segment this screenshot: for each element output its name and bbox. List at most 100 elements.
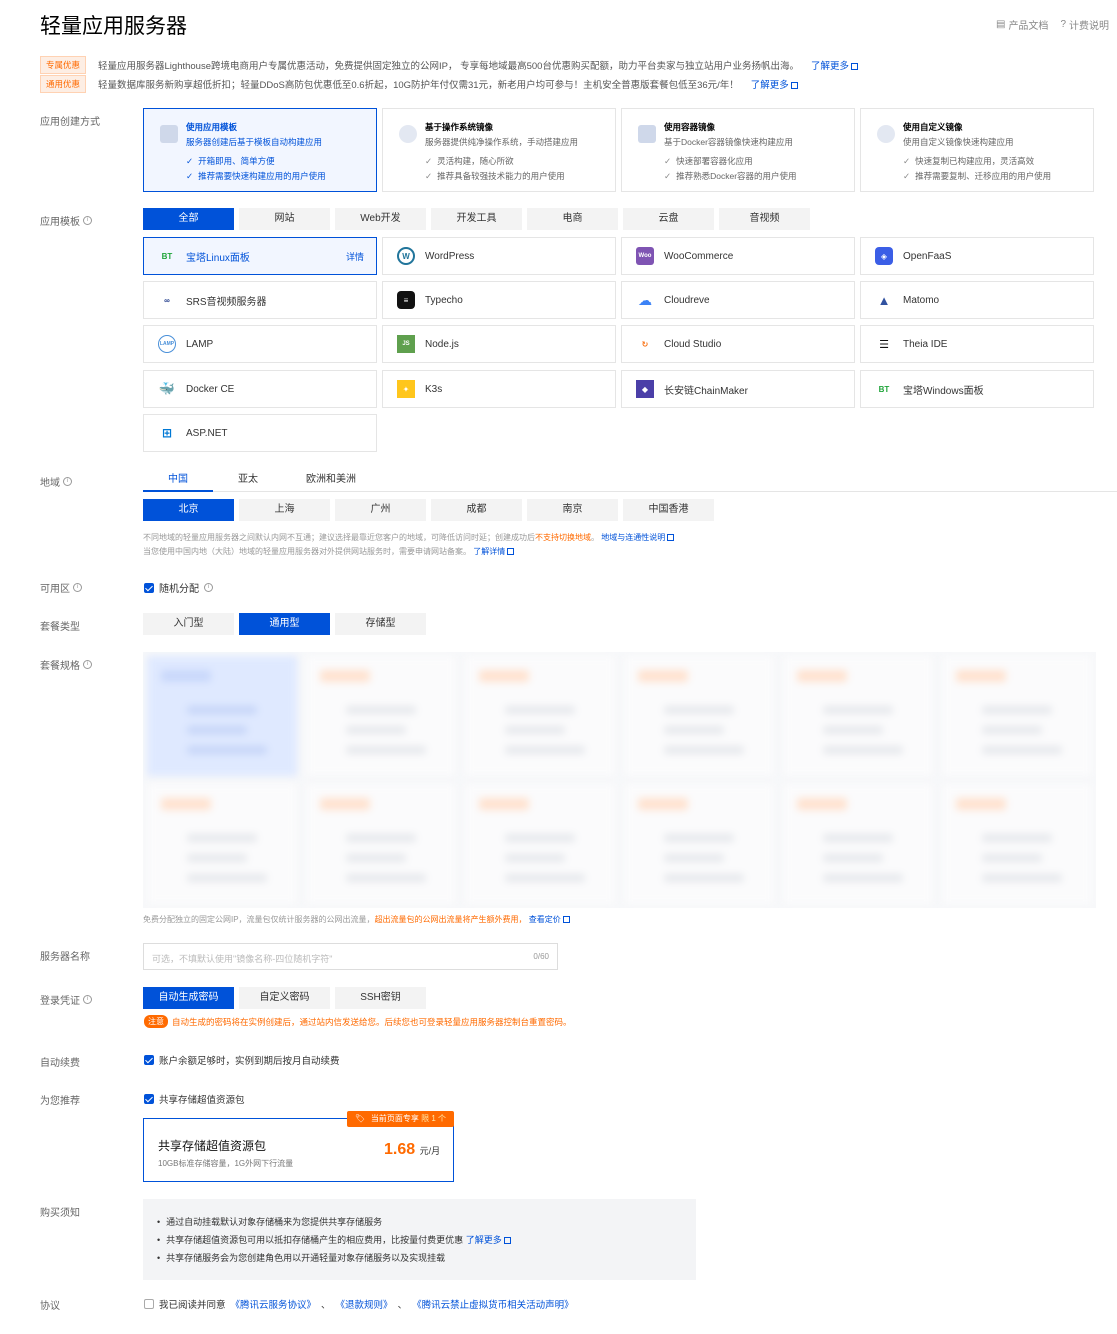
cred-ssh-key[interactable]: SSH密钥: [335, 987, 426, 1009]
city-hongkong[interactable]: 中国香港: [623, 499, 714, 521]
app-woocommerce[interactable]: Woo WooCommerce: [621, 237, 855, 275]
custom-image-icon: [877, 125, 895, 143]
auto-renew-checkbox[interactable]: 账户余额足够时，实例到期后按月自动续费: [144, 1053, 340, 1067]
zone-random-checkbox[interactable]: 随机分配 i: [144, 580, 213, 595]
tab-ecommerce[interactable]: 电商: [527, 208, 618, 230]
plan-card[interactable]: [147, 784, 297, 904]
app-openfaas[interactable]: ◈ OpenFaaS: [860, 237, 1094, 275]
plan-card[interactable]: [783, 784, 933, 904]
promo-text: 轻量应用服务器Lighthouse跨境电商用户专属优惠活动，免费提供固定独立的公…: [98, 61, 799, 72]
info-icon[interactable]: i: [73, 583, 82, 592]
bt-icon: BT: [161, 251, 173, 261]
info-icon[interactable]: i: [204, 583, 213, 592]
package-title: 共享存储超值资源包: [158, 1139, 267, 1153]
plan-card[interactable]: [624, 784, 774, 904]
city-guangzhou[interactable]: 广州: [335, 499, 426, 521]
cred-auto-password[interactable]: 自动生成密码: [143, 987, 234, 1009]
app-chainmaker[interactable]: ◆ 长安链ChainMaker: [621, 370, 855, 408]
plan-spec-grid[interactable]: [143, 652, 1096, 908]
info-icon[interactable]: i: [63, 477, 72, 486]
promo-link[interactable]: 了解更多: [751, 77, 798, 91]
billing-link[interactable]: ? 计费说明: [1060, 17, 1109, 32]
detail-link[interactable]: 详情: [346, 250, 364, 263]
help-icon: ?: [1060, 19, 1066, 30]
info-icon[interactable]: i: [83, 995, 92, 1004]
storage-package-checkbox[interactable]: 共享存储超值资源包: [144, 1092, 245, 1106]
app-bt-windows[interactable]: BT 宝塔Windows面板: [860, 370, 1094, 408]
method-os-image[interactable]: 基于操作系统镜像 服务器提供纯净操作系统，手动搭建应用 灵活构建，随心所欲推荐具…: [382, 108, 616, 192]
plan-type-general[interactable]: 通用型: [239, 613, 330, 635]
server-name-input[interactable]: 可选，不填默认使用"镜像名称-四位随机字符" 0/60: [143, 943, 558, 970]
plan-card[interactable]: [147, 656, 297, 776]
method-app-template[interactable]: 使用应用模板 服务器创建后基于模板自动构建应用 开箱即用、简单方便推荐需要快速构…: [143, 108, 377, 192]
promo-link[interactable]: 了解更多: [811, 58, 858, 72]
pricing-link[interactable]: 查看定价: [529, 915, 570, 924]
notice-more-link[interactable]: 了解更多: [466, 1235, 511, 1245]
app-matomo[interactable]: ▲ Matomo: [860, 281, 1094, 319]
storage-package-card[interactable]: 🏷 当前页面专享 限 1 个 共享存储超值资源包 10GB标准存储容量，1G外网下…: [143, 1111, 454, 1182]
app-k3s[interactable]: ✦ K3s: [382, 370, 616, 408]
region-tab-eu-us[interactable]: 欧洲和美洲: [288, 470, 374, 492]
app-lamp[interactable]: LAMP LAMP: [143, 325, 377, 363]
tab-website[interactable]: 网站: [239, 208, 330, 230]
page-title: 轻量应用服务器: [40, 15, 187, 38]
city-beijing[interactable]: 北京: [143, 499, 234, 521]
plan-card[interactable]: [942, 656, 1092, 776]
agreement-checkbox[interactable]: 我已阅读并同意 《腾讯云服务协议》、 《退款规则》、 《腾讯云禁止虚拟货币相关活…: [144, 1297, 574, 1311]
tab-webdev[interactable]: Web开发: [335, 208, 426, 230]
city-nanjing[interactable]: 南京: [527, 499, 618, 521]
region-tab-china[interactable]: 中国: [143, 470, 213, 492]
region-tab-apac[interactable]: 亚太: [213, 470, 283, 492]
app-wordpress[interactable]: W WordPress: [382, 237, 616, 275]
city-shanghai[interactable]: 上海: [239, 499, 330, 521]
agreement-label: 协议: [40, 1301, 60, 1312]
external-link-icon: [503, 1237, 511, 1245]
app-docker[interactable]: 🐳 Docker CE: [143, 370, 377, 408]
plan-card[interactable]: [465, 656, 615, 776]
theia-icon: ☰: [879, 338, 889, 351]
app-srs[interactable]: ∞ SRS音视频服务器: [143, 281, 377, 319]
app-theia[interactable]: ☰ Theia IDE: [860, 325, 1094, 363]
plan-card[interactable]: [783, 656, 933, 776]
info-icon[interactable]: i: [83, 216, 92, 225]
info-icon[interactable]: i: [83, 660, 92, 669]
plan-card[interactable]: [306, 656, 456, 776]
crypto-statement-link[interactable]: 《腾讯云禁止虚拟货币相关活动声明》: [412, 1297, 574, 1311]
service-agreement-link[interactable]: 《腾讯云服务协议》: [231, 1297, 317, 1311]
plan-card[interactable]: [942, 784, 1092, 904]
app-aspnet[interactable]: ⊞ ASP.NET: [143, 414, 377, 452]
plan-type-entry[interactable]: 入门型: [143, 613, 234, 635]
refund-rules-link[interactable]: 《退款规则》: [336, 1297, 393, 1311]
region-connectivity-link[interactable]: 地域与连通性说明: [601, 533, 675, 542]
plan-type-storage[interactable]: 存储型: [335, 613, 426, 635]
docker-icon: 🐳: [158, 381, 176, 396]
tab-all[interactable]: 全部: [143, 208, 234, 230]
checkbox-unchecked-icon: [144, 1299, 154, 1309]
notice-label: 购买须知: [40, 1208, 80, 1219]
promo-text: 轻量数据库服务新购享超低折扣；轻量DDoS高防包优惠低至0.6折起，10G防护年…: [98, 80, 739, 91]
cred-custom-password[interactable]: 自定义密码: [239, 987, 330, 1009]
promo-tag: 专属优惠: [40, 56, 87, 74]
app-cloudreve[interactable]: ☁ Cloudreve: [621, 281, 855, 319]
plan-card[interactable]: [306, 784, 456, 904]
city-chengdu[interactable]: 成都: [431, 499, 522, 521]
promo-tag: 通用优惠: [40, 75, 87, 93]
method-container-image[interactable]: 使用容器镜像 基于Docker容器镜像快速构建应用 快速部署容器化应用推荐熟悉D…: [621, 108, 855, 192]
app-nodejs[interactable]: JS Node.js: [382, 325, 616, 363]
method-custom-image[interactable]: 使用自定义镜像 使用自定义镜像快速构建应用 快速复制已构建应用，灵活高效推荐需要…: [860, 108, 1094, 192]
top-links: ▤ 产品文档 ? 计费说明: [996, 17, 1109, 32]
app-bt-linux[interactable]: BT 宝塔Linux面板 详情: [143, 237, 377, 275]
app-typecho[interactable]: ≡ Typecho: [382, 281, 616, 319]
typecho-icon: ≡: [397, 291, 415, 309]
app-cloud-studio[interactable]: ↻ Cloud Studio: [621, 325, 855, 363]
doc-link[interactable]: ▤ 产品文档: [996, 17, 1048, 32]
tab-devtools[interactable]: 开发工具: [431, 208, 522, 230]
plan-card[interactable]: [624, 656, 774, 776]
plan-card[interactable]: [465, 784, 615, 904]
tab-clouddisk[interactable]: 云盘: [623, 208, 714, 230]
recommend-label: 为您推荐: [40, 1096, 80, 1107]
flame-icon: 🏷: [354, 1114, 366, 1123]
k3s-icon: ✦: [397, 380, 415, 398]
icp-detail-link[interactable]: 了解详情: [473, 547, 515, 556]
tab-av[interactable]: 音视频: [719, 208, 810, 230]
